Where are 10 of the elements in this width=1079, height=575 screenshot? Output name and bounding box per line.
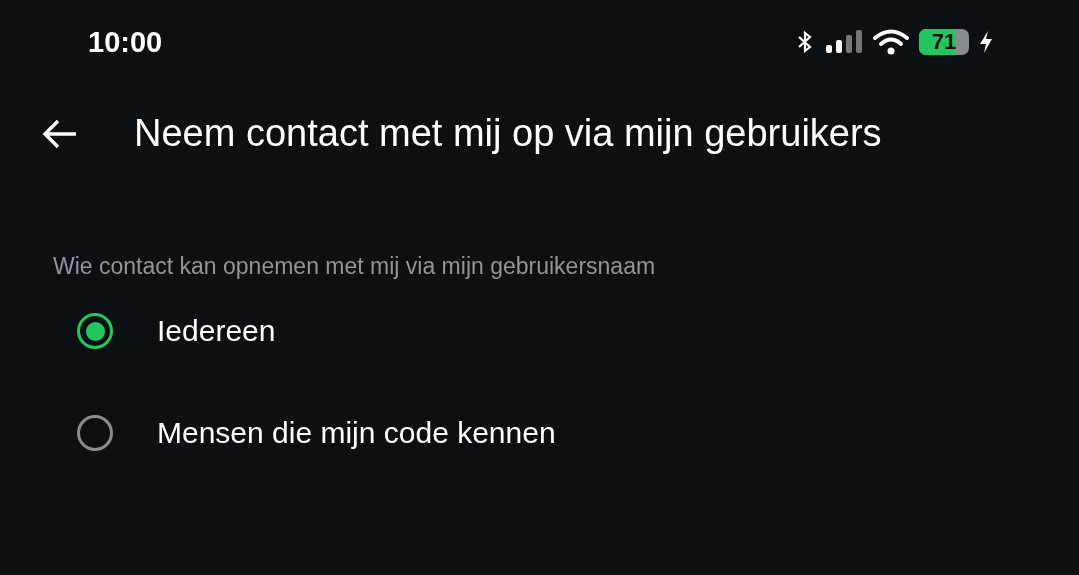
page-title: Neem contact met mij op via mijn gebruikers: [134, 112, 882, 155]
section-label: Wie contact kan opnemen met mij via mijn gebruikersnaam: [52, 253, 657, 280]
radio-button[interactable]: [77, 313, 113, 349]
option-label[interactable]: Iedereen: [157, 314, 276, 348]
wifi-icon: [873, 29, 909, 55]
option-label[interactable]: Mensen die mijn code kennen: [157, 416, 556, 450]
signal-icon: [825, 30, 863, 54]
radio-button[interactable]: [77, 415, 113, 451]
status-time: 10:00: [88, 25, 163, 59]
back-button[interactable]: [42, 117, 78, 150]
